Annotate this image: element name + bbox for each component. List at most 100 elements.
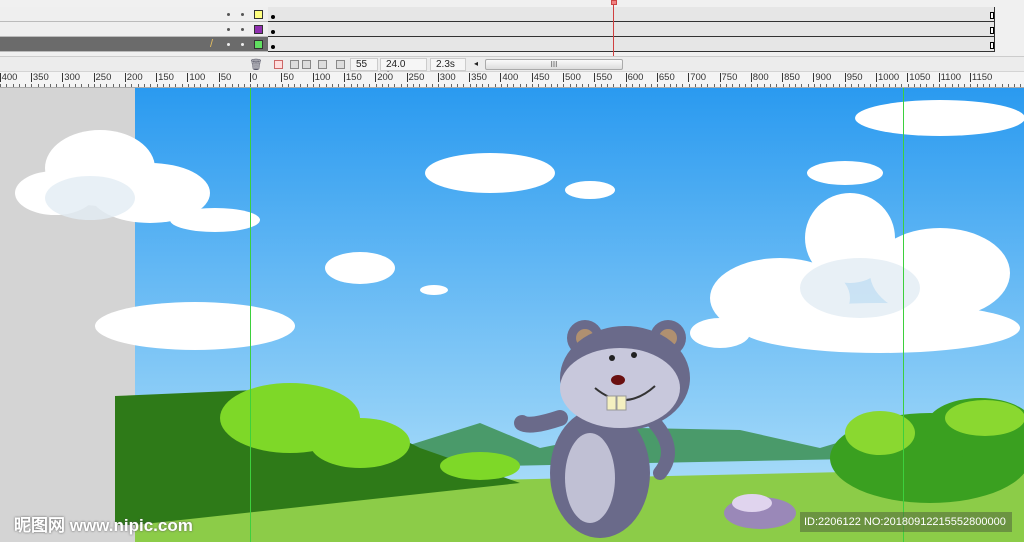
ruler-tick	[463, 84, 465, 87]
lock-dot[interactable]	[241, 43, 244, 46]
ruler-tick	[62, 84, 64, 87]
ruler-label: 200	[375, 72, 394, 83]
ruler-tick	[43, 84, 45, 87]
ruler-label: 800	[750, 72, 769, 83]
ruler-tick	[306, 84, 308, 87]
end-frame[interactable]	[990, 42, 994, 49]
ruler-tick	[194, 84, 196, 87]
ruler-tick	[669, 84, 671, 87]
ruler-tick	[225, 84, 227, 87]
frame-row-3[interactable]	[268, 37, 1024, 52]
onion-skin-icon[interactable]	[290, 60, 299, 69]
watermark-logo: 昵图网 www.nipic.com	[14, 516, 193, 535]
visibility-dot[interactable]	[227, 43, 230, 46]
stage-canvas[interactable]	[0, 88, 1024, 542]
ruler-tick	[538, 84, 540, 87]
frame-row-1[interactable]	[268, 7, 1024, 22]
lock-dot[interactable]	[241, 28, 244, 31]
onion-outline-icon[interactable]	[302, 60, 311, 69]
visibility-dot[interactable]	[227, 28, 230, 31]
current-frame-field[interactable]: 55	[350, 58, 378, 71]
ruler-tick	[870, 84, 872, 87]
ruler-tick	[613, 84, 615, 87]
ruler-tick	[256, 84, 258, 87]
ruler-tick	[519, 84, 521, 87]
ruler-tick	[375, 84, 377, 87]
onion-markers-icon[interactable]	[336, 60, 345, 69]
lock-dot[interactable]	[241, 13, 244, 16]
ruler-label: 200	[124, 72, 143, 83]
layer-row-3-selected[interactable]: /	[0, 37, 268, 52]
playhead[interactable]	[613, 0, 614, 56]
ruler-tick	[851, 84, 853, 87]
ruler-tick	[100, 84, 102, 87]
playhead-handle[interactable]	[611, 0, 617, 5]
ruler-tick	[300, 84, 302, 87]
keyframe[interactable]	[271, 45, 275, 49]
ruler-label: 600	[625, 72, 644, 83]
ruler-tick	[31, 84, 33, 87]
delete-layer-icon[interactable]: 🗑	[249, 58, 263, 71]
ruler-tick	[932, 84, 934, 87]
ruler-tick	[569, 84, 571, 87]
ruler-label: 1050	[907, 72, 931, 83]
ruler-tick	[37, 84, 39, 87]
center-frame-icon[interactable]	[274, 60, 283, 69]
end-frame[interactable]	[990, 27, 994, 34]
ruler-label: 250	[93, 72, 112, 83]
ruler-tick	[244, 84, 246, 87]
pencil-icon: /	[210, 38, 214, 50]
ruler-tick	[112, 84, 114, 87]
ruler-tick	[0, 84, 1, 87]
timeline-horizontal-scrollbar[interactable]: III	[485, 59, 623, 70]
frame-rate-field[interactable]: 24.0 fps	[380, 58, 427, 82]
outline-color-swatch[interactable]	[254, 10, 263, 19]
ruler-tick	[262, 84, 264, 87]
ruler-label: 950	[844, 72, 863, 83]
ruler-tick	[732, 84, 734, 87]
ruler-tick	[1007, 84, 1009, 87]
ruler-tick	[12, 84, 14, 87]
ruler-label: 400	[0, 72, 18, 83]
ruler-tick	[438, 84, 440, 87]
ruler-tick	[795, 84, 797, 87]
ruler-tick	[507, 84, 509, 87]
ruler-tick	[863, 84, 865, 87]
ruler-tick	[1020, 84, 1022, 87]
edit-multiple-frames-icon[interactable]	[318, 60, 327, 69]
scroll-left-arrow-icon[interactable]: ◂	[474, 59, 478, 68]
ruler-tick	[688, 84, 690, 87]
ruler-tick	[744, 84, 746, 87]
ruler-tick	[200, 84, 202, 87]
keyframe[interactable]	[271, 15, 275, 19]
guide-line[interactable]	[250, 88, 251, 542]
guide-line[interactable]	[903, 88, 904, 542]
outline-color-swatch[interactable]	[254, 40, 263, 49]
layer-row-2[interactable]	[0, 22, 268, 37]
outline-color-swatch[interactable]	[254, 25, 263, 34]
ruler-tick	[81, 84, 83, 87]
ruler-label: 400	[500, 72, 519, 83]
ruler-tick	[488, 84, 490, 87]
keyframe[interactable]	[271, 30, 275, 34]
ruler-tick	[231, 84, 233, 87]
end-frame[interactable]	[990, 12, 994, 19]
ruler-label: 500	[563, 72, 581, 83]
ruler-tick	[363, 84, 365, 87]
frame-row-2[interactable]	[268, 22, 1024, 37]
ruler-tick	[413, 84, 415, 87]
ruler-tick	[857, 84, 859, 87]
layer-row-1[interactable]	[0, 7, 268, 22]
ruler-tick	[575, 84, 577, 87]
ruler-tick	[419, 84, 421, 87]
ruler-tick	[181, 84, 183, 87]
ruler-tick	[319, 84, 321, 87]
ruler-tick	[694, 84, 696, 87]
ruler-tick	[281, 84, 283, 87]
ruler-tick	[369, 84, 371, 87]
ruler-label: 150	[156, 72, 174, 83]
ruler-tick	[644, 84, 646, 87]
ruler-tick	[557, 84, 559, 87]
visibility-dot[interactable]	[227, 13, 230, 16]
ruler-tick	[951, 84, 953, 87]
